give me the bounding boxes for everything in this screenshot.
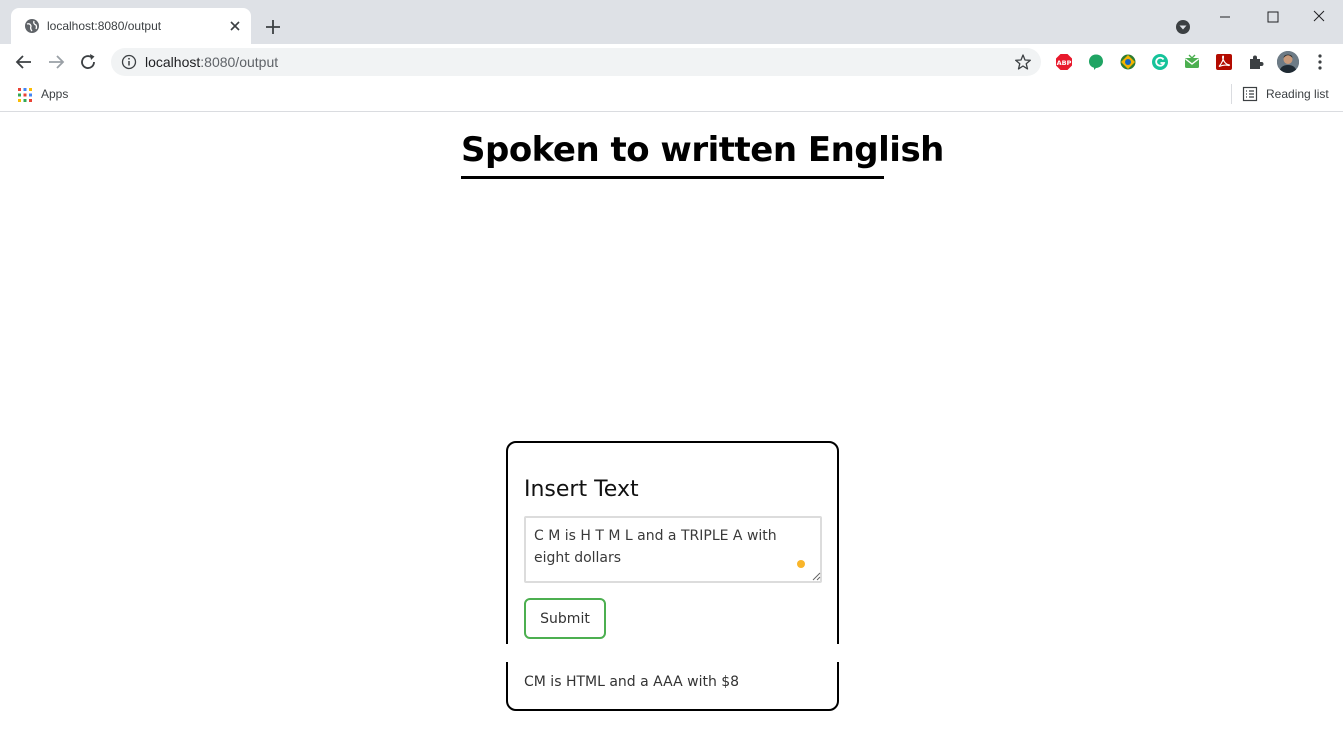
browser-tab[interactable]: localhost:8080/output: [11, 8, 251, 44]
puzzle-icon[interactable]: [1247, 53, 1265, 71]
title-underline: [461, 176, 884, 179]
svg-text:ABP: ABP: [1057, 59, 1072, 67]
acrobat-pdf-icon[interactable]: [1215, 53, 1233, 71]
globe-icon: [25, 19, 39, 33]
conversion-card: Insert Text C M is H T M L and a TRIPLE …: [506, 441, 839, 711]
close-tab-icon[interactable]: [227, 18, 243, 34]
more-menu-icon[interactable]: [1312, 53, 1328, 71]
back-arrow-icon[interactable]: [14, 52, 34, 72]
card-border-gap-right: [836, 644, 839, 662]
reading-list-button[interactable]: Reading list: [1266, 87, 1329, 101]
mail-extension-icon[interactable]: [1183, 53, 1201, 71]
apps-bookmark[interactable]: Apps: [41, 87, 68, 101]
address-bar[interactable]: localhost:8080/output: [111, 48, 1041, 76]
maximize-icon[interactable]: [1258, 6, 1288, 28]
minimize-icon[interactable]: [1210, 6, 1240, 28]
tab-strip: localhost:8080/output: [0, 0, 1343, 44]
grammarly-icon[interactable]: [1151, 53, 1169, 71]
site-info-icon[interactable]: [121, 54, 137, 70]
resize-handle-icon[interactable]: [812, 572, 821, 581]
text-input-area[interactable]: C M is H T M L and a TRIPLE A with eight…: [524, 516, 822, 583]
card-border-gap-left: [506, 644, 509, 662]
bookmark-star-icon[interactable]: [1014, 53, 1032, 71]
profile-photo-icon: [1277, 51, 1299, 73]
apps-grid-icon[interactable]: [17, 87, 33, 103]
bookmarks-bar: Apps Reading list: [0, 80, 1343, 112]
window-close-icon[interactable]: [1304, 6, 1334, 28]
input-value: C M is H T M L and a TRIPLE A with eight…: [534, 528, 777, 566]
bookmarks-divider: [1231, 84, 1232, 104]
forward-arrow-icon[interactable]: [46, 52, 66, 72]
adblock-plus-icon[interactable]: ABP: [1055, 53, 1073, 71]
url-path: :8080/output: [200, 54, 279, 70]
tab-search-icon[interactable]: [1174, 18, 1192, 36]
url-text: localhost:8080/output: [145, 54, 278, 70]
page-title: Spoken to written English: [461, 130, 944, 170]
new-tab-icon[interactable]: [263, 17, 283, 37]
profile-avatar[interactable]: [1277, 51, 1299, 73]
card-heading: Insert Text: [524, 477, 639, 502]
url-host: localhost: [145, 54, 201, 70]
green-leaf-icon[interactable]: [1087, 53, 1105, 71]
orb-extension-icon[interactable]: [1119, 53, 1137, 71]
reading-list-icon[interactable]: [1242, 86, 1258, 102]
reload-icon[interactable]: [78, 52, 98, 72]
tab-title: localhost:8080/output: [47, 19, 162, 33]
converted-output: CM is HTML and a AAA with $8: [524, 674, 740, 690]
submit-button[interactable]: Submit: [524, 598, 606, 639]
browser-toolbar: localhost:8080/output ABP: [0, 44, 1343, 80]
grammar-status-dot[interactable]: [797, 560, 805, 568]
